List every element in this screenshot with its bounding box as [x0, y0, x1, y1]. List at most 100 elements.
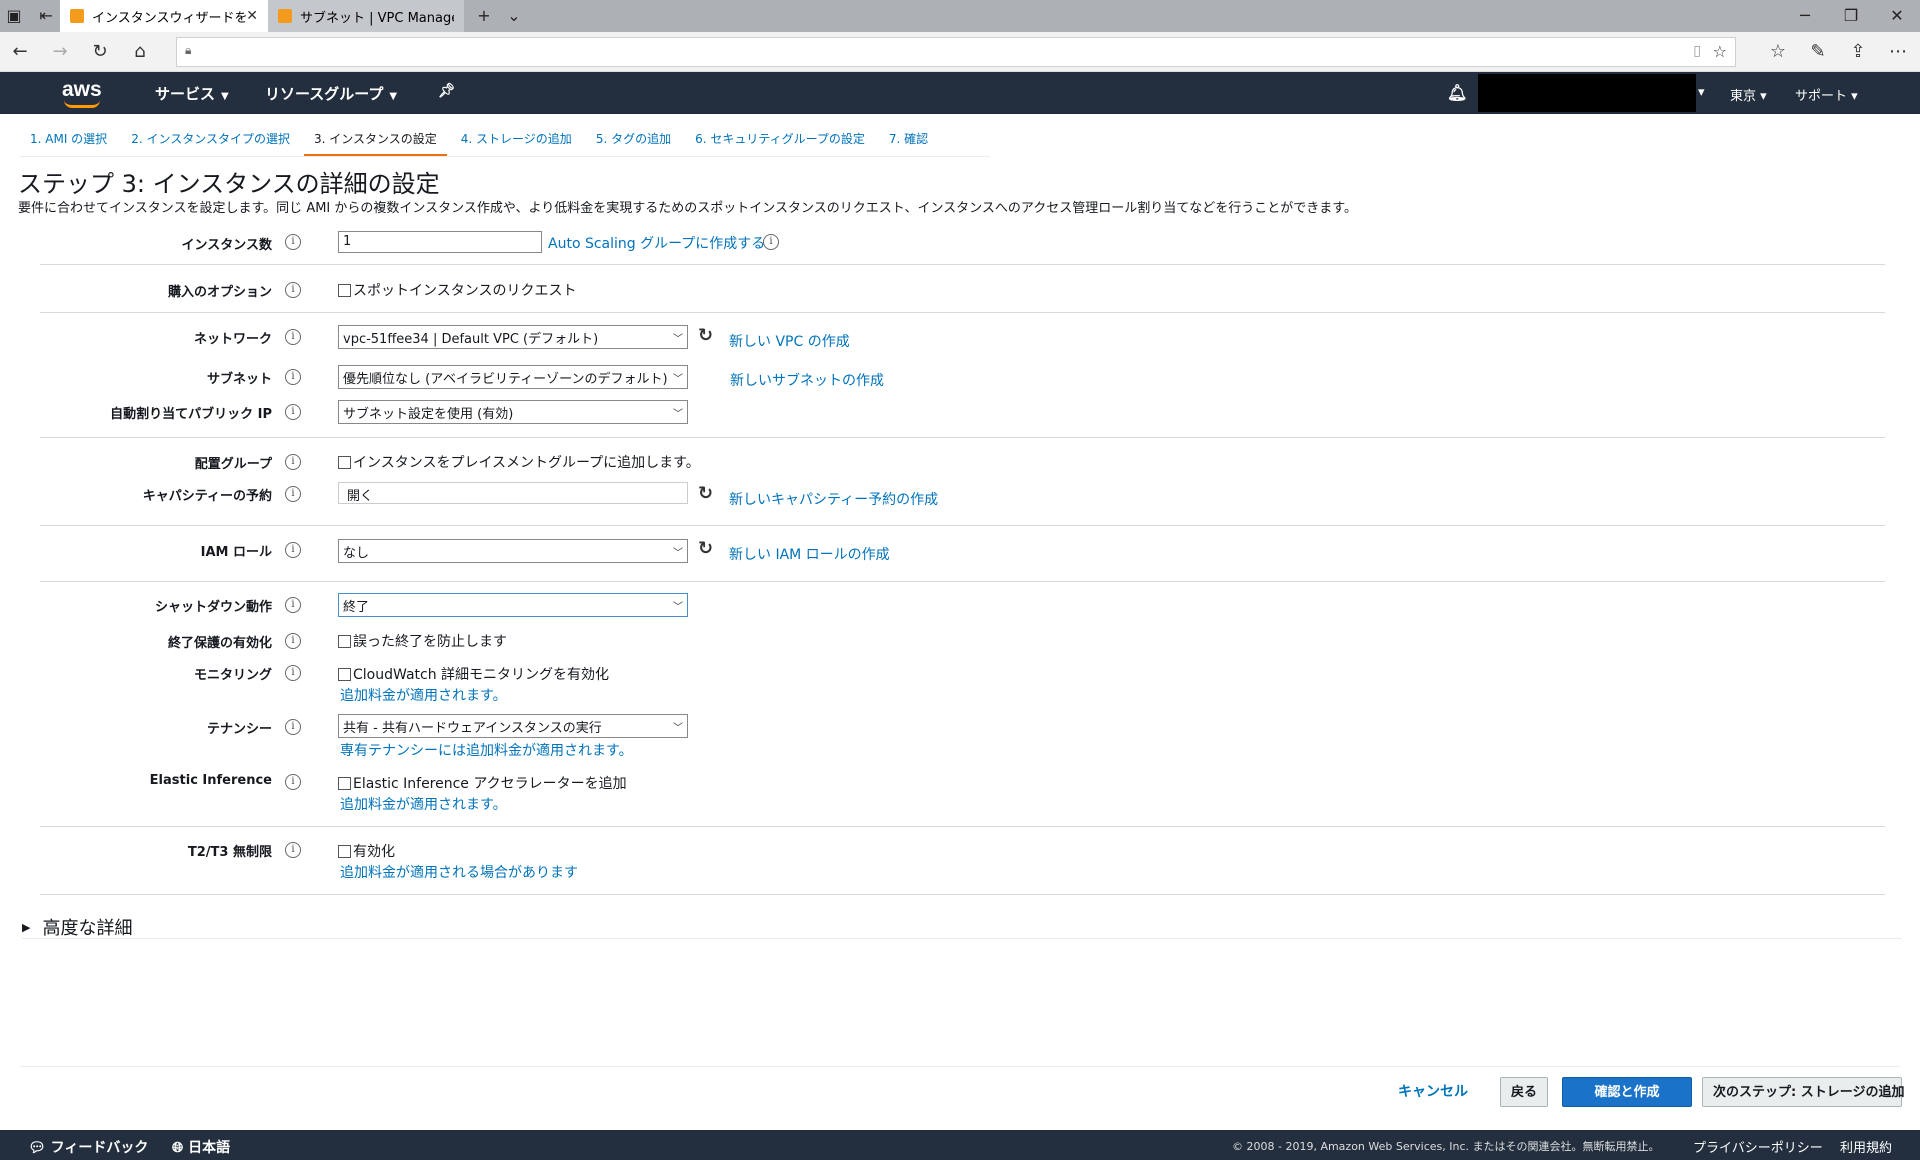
info-icon[interactable]: i — [285, 454, 301, 470]
forward-arrow-icon[interactable]: → — [48, 41, 72, 62]
info-icon[interactable]: i — [285, 486, 301, 502]
account-caret-icon[interactable]: ▾ — [1698, 85, 1705, 100]
set-aside-tabs-icon[interactable]: ⇤ — [36, 6, 56, 25]
terms-of-use-link[interactable]: 利用規約 — [1840, 1137, 1892, 1156]
aws-console-footer: 💬︎ フィードバック 🌐︎ 日本語 © 2008 - 2019, Amazon … — [0, 1130, 1920, 1160]
termination-protection-checkbox[interactable]: 誤った終了を防止します — [338, 631, 507, 651]
notification-bell-icon[interactable]: 🔔︎ — [1447, 83, 1467, 102]
tab-list-icon[interactable]: ⌄ — [504, 6, 524, 25]
public-ip-select[interactable]: サブネット設定を使用 (有効) ﹀ — [338, 400, 688, 424]
refresh-icon[interactable]: ↻ — [88, 41, 112, 62]
info-icon[interactable]: i — [285, 369, 301, 385]
tab-add-storage[interactable]: 4. ストレージの追加 — [451, 124, 582, 156]
tab-actions-icon[interactable]: ▣ — [4, 6, 24, 25]
create-subnet-link[interactable]: 新しいサブネットの作成 — [730, 370, 884, 390]
tab-configure-security-group[interactable]: 6. セキュリティグループの設定 — [685, 124, 875, 156]
back-button[interactable]: 戻る — [1499, 1077, 1548, 1107]
language-selector[interactable]: 🌐︎ 日本語 — [172, 1137, 230, 1157]
support-menu[interactable]: サポート ▾ — [1795, 85, 1858, 104]
feedback-link[interactable]: 💬︎ フィードバック — [28, 1137, 148, 1157]
back-arrow-icon[interactable]: ← — [8, 41, 32, 62]
favorite-star-icon[interactable]: ☆ — [1713, 42, 1727, 61]
dedicated-tenancy-pricing-link[interactable]: 専有テナンシーには追加料金が適用されます。 — [340, 740, 633, 760]
tab-configure-instance[interactable]: 3. インスタンスの設定 — [303, 124, 447, 156]
next-add-storage-button[interactable]: 次のステップ: ストレージの追加 — [1702, 1077, 1904, 1107]
refresh-icon[interactable]: ↻ — [698, 538, 713, 559]
browser-toolbar: ← → ↻ ⌂ 🔒︎ ▯ ☆ ☆ ✎ ⇪ ⋯ — [0, 32, 1920, 72]
window-close-icon[interactable]: ✕ — [1882, 6, 1912, 25]
tab-title: インスタンスウィザードを起動 — [92, 10, 247, 26]
chevron-down-icon: ▼ — [389, 91, 398, 102]
shutdown-behavior-select[interactable]: 終了 ﹀ — [338, 593, 688, 617]
tab-choose-instance-type[interactable]: 2. インスタンスタイプの選択 — [121, 124, 300, 156]
services-menu[interactable]: サービス ▼ — [155, 83, 229, 104]
minimize-icon[interactable]: ─ — [1790, 6, 1820, 25]
browser-tab-instance-wizard[interactable]: インスタンスウィザードを起動 ✕ — [60, 0, 268, 32]
capacity-reservation-select[interactable]: 開く — [338, 482, 688, 504]
tab-choose-ami[interactable]: 1. AMI の選択 — [20, 124, 117, 156]
aws-favicon-icon — [70, 9, 84, 23]
info-icon[interactable]: i — [285, 597, 301, 613]
advanced-details-toggle[interactable]: ▶ 高度な詳細 — [22, 914, 132, 940]
close-tab-icon[interactable]: ✕ — [246, 8, 258, 24]
t2t3-unlimited-checkbox[interactable]: 有効化 — [338, 841, 395, 861]
favorites-icon[interactable]: ☆ — [1766, 41, 1790, 62]
auto-scaling-link[interactable]: Auto Scaling グループに作成する — [548, 233, 765, 253]
cancel-button[interactable]: キャンセル — [1388, 1077, 1478, 1107]
checkbox-label: スポットインスタンスのリクエスト — [353, 283, 577, 299]
iam-role-select[interactable]: なし ﹀ — [338, 539, 688, 563]
more-icon[interactable]: ⋯ — [1886, 41, 1910, 62]
refresh-icon[interactable]: ↻ — [698, 483, 713, 504]
create-vpc-link[interactable]: 新しい VPC の作成 — [729, 331, 850, 351]
lock-icon: 🔒︎ — [185, 43, 192, 57]
resource-groups-menu[interactable]: リソースグループ ▼ — [265, 83, 397, 104]
info-icon[interactable]: i — [285, 542, 301, 558]
restore-icon[interactable]: ❐ — [1836, 6, 1866, 25]
network-select[interactable]: vpc-51ffee34 | Default VPC (デフォルト) ﹀ — [338, 325, 688, 349]
pin-icon[interactable]: 📌︎ — [438, 83, 456, 99]
create-capacity-reservation-link[interactable]: 新しいキャパシティー予約の作成 — [729, 489, 938, 509]
reading-view-icon[interactable]: ▯ — [1693, 43, 1701, 59]
info-icon[interactable]: i — [285, 282, 301, 298]
aws-logo[interactable]: aws — [62, 78, 102, 108]
share-icon[interactable]: ⇪ — [1846, 41, 1870, 62]
instance-count-label: インスタンス数 — [181, 238, 272, 253]
create-iam-role-link[interactable]: 新しい IAM ロールの作成 — [729, 544, 890, 564]
elastic-inference-pricing-link[interactable]: 追加料金が適用されます。 — [340, 794, 507, 814]
info-icon[interactable]: i — [285, 719, 301, 735]
info-icon[interactable]: i — [285, 665, 301, 681]
info-icon[interactable]: i — [285, 329, 301, 345]
region-menu[interactable]: 東京 ▾ — [1730, 85, 1767, 104]
review-and-launch-button[interactable]: 確認と作成 — [1562, 1077, 1692, 1107]
info-icon[interactable]: i — [285, 404, 301, 420]
home-icon[interactable]: ⌂ — [128, 41, 152, 62]
t2t3-pricing-link[interactable]: 追加料金が適用される場合があります — [340, 862, 578, 882]
refresh-icon[interactable]: ↻ — [698, 325, 713, 346]
expand-triangle-icon: ▶ — [22, 920, 31, 934]
placement-group-checkbox[interactable]: インスタンスをプレイスメントグループに追加します。 — [338, 452, 700, 472]
divider — [40, 894, 1885, 895]
subnet-select[interactable]: 優先順位なし (アベイラビリティーゾーンのデフォルト) ﹀ — [338, 365, 688, 389]
browser-tab-vpc-subnets[interactable]: サブネット | VPC Management — [268, 0, 464, 32]
tab-add-tags[interactable]: 5. タグの追加 — [586, 124, 681, 156]
tenancy-select[interactable]: 共有 - 共有ハードウェアインスタンスの実行 ﹀ — [338, 714, 688, 738]
spot-request-checkbox[interactable]: スポットインスタンスのリクエスト — [338, 280, 576, 300]
info-icon[interactable]: i — [285, 774, 301, 790]
info-icon[interactable]: i — [285, 842, 301, 858]
elastic-inference-checkbox[interactable]: Elastic Inference アクセラレーターを追加 — [338, 773, 627, 793]
account-name-redacted[interactable] — [1478, 74, 1696, 112]
monitoring-pricing-link[interactable]: 追加料金が適用されます。 — [340, 685, 507, 705]
new-tab-icon[interactable]: + — [474, 6, 494, 25]
checkbox-label: 有効化 — [353, 844, 395, 860]
address-bar[interactable]: 🔒︎ ▯ ☆ — [176, 37, 1736, 67]
detailed-monitoring-checkbox[interactable]: CloudWatch 詳細モニタリングを有効化 — [338, 664, 609, 684]
info-icon[interactable]: i — [285, 234, 301, 250]
pen-icon[interactable]: ✎ — [1806, 41, 1830, 62]
chevron-down-icon: ﹀ — [673, 334, 683, 345]
info-icon[interactable]: i — [285, 633, 301, 649]
select-value: 共有 - 共有ハードウェアインスタンスの実行 — [343, 721, 602, 736]
info-icon[interactable]: i — [763, 234, 779, 250]
privacy-policy-link[interactable]: プライバシーポリシー — [1693, 1137, 1823, 1156]
instance-count-input[interactable]: 1 — [338, 231, 542, 253]
tab-review[interactable]: 7. 確認 — [879, 124, 938, 156]
